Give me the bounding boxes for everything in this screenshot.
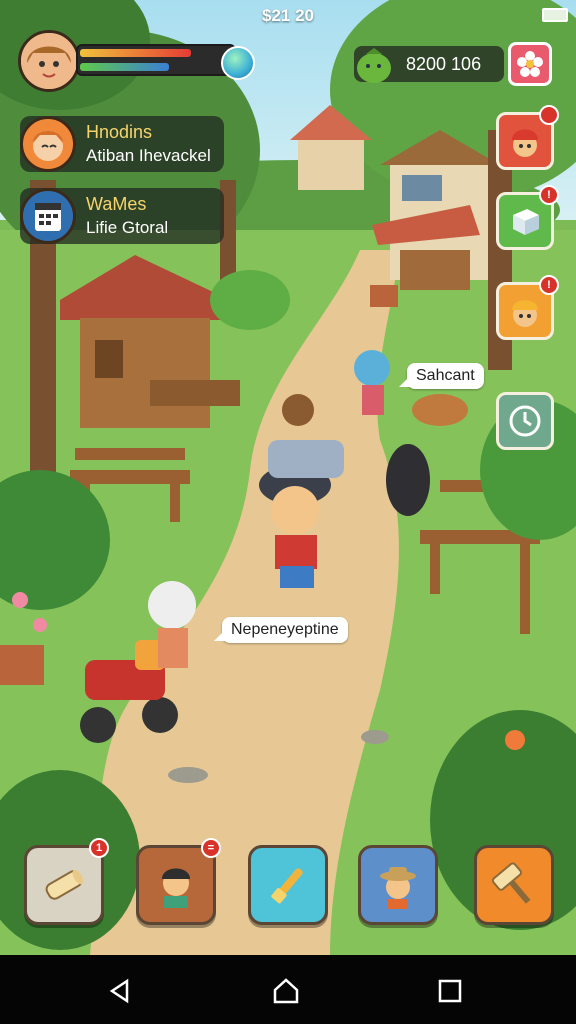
currency-display[interactable]: 8200 106 [354, 46, 504, 83]
quest-subtitle: Lifie Gtoral [86, 218, 169, 237]
money-bag-icon [357, 48, 391, 83]
side-boy-helmet-button[interactable] [496, 105, 559, 170]
calendar-icon [20, 188, 76, 244]
paint-tools-icon [271, 868, 303, 904]
tools-button[interactable] [248, 845, 328, 925]
hammer-icon [491, 862, 531, 904]
villager-icon [162, 868, 190, 908]
home-icon [273, 978, 299, 1004]
energy-bar [80, 63, 170, 71]
back-button[interactable] [104, 975, 136, 1007]
speech-bubble: Sahcant [399, 363, 484, 389]
quest-subtitle: Atiban Ihevackel [86, 146, 211, 165]
notification-badge: = [201, 838, 221, 858]
home-button[interactable] [270, 975, 302, 1007]
game-screen[interactable]: $21 20 8200 106 Hnodins Atiban Ihevackel… [0, 0, 576, 955]
package-icon [513, 209, 539, 235]
battery-icon [542, 8, 568, 22]
side-builder-button[interactable]: ! [496, 275, 559, 340]
boy-helmet-icon [512, 129, 538, 157]
farmer-icon [380, 867, 416, 909]
builder-icon [512, 300, 538, 327]
health-bar [80, 49, 191, 57]
villager-button[interactable]: = [136, 838, 221, 925]
speech-bubble: Nepeneyeptine [214, 617, 348, 643]
girl-avatar-icon [20, 116, 76, 172]
side-clock-button[interactable] [496, 392, 554, 450]
back-icon [109, 978, 129, 1004]
player-stat-bars [76, 44, 236, 76]
side-package-button[interactable]: ! [496, 185, 559, 250]
wood-button[interactable]: 1 [24, 838, 109, 925]
gem-icon[interactable] [221, 46, 255, 80]
quest-title: Hnodins [86, 122, 153, 142]
quest-card-2[interactable]: WaMes Lifie Gtoral [20, 188, 224, 244]
currency-amount: 8200 106 [406, 54, 482, 74]
clock-icon [509, 405, 541, 437]
settings-button[interactable] [508, 42, 552, 86]
quest-card-1[interactable]: Hnodins Atiban Ihevackel [20, 116, 224, 172]
recents-button[interactable] [434, 975, 466, 1007]
farmer-button[interactable] [358, 845, 438, 925]
wood-log-icon [45, 869, 84, 900]
notification-badge: ! [539, 185, 559, 205]
recents-icon [438, 979, 462, 1003]
notification-badge: ! [539, 275, 559, 295]
notification-badge: 1 [89, 838, 109, 858]
quest-title: WaMes [86, 194, 147, 214]
hammer-button[interactable] [474, 845, 554, 925]
flower-settings-icon [517, 51, 543, 77]
notification-badge [539, 105, 559, 125]
status-time: $21 20 [262, 6, 314, 25]
girl-avatar-icon[interactable] [18, 30, 80, 92]
player-status-card[interactable] [18, 30, 255, 94]
system-nav-bar [0, 955, 576, 1024]
